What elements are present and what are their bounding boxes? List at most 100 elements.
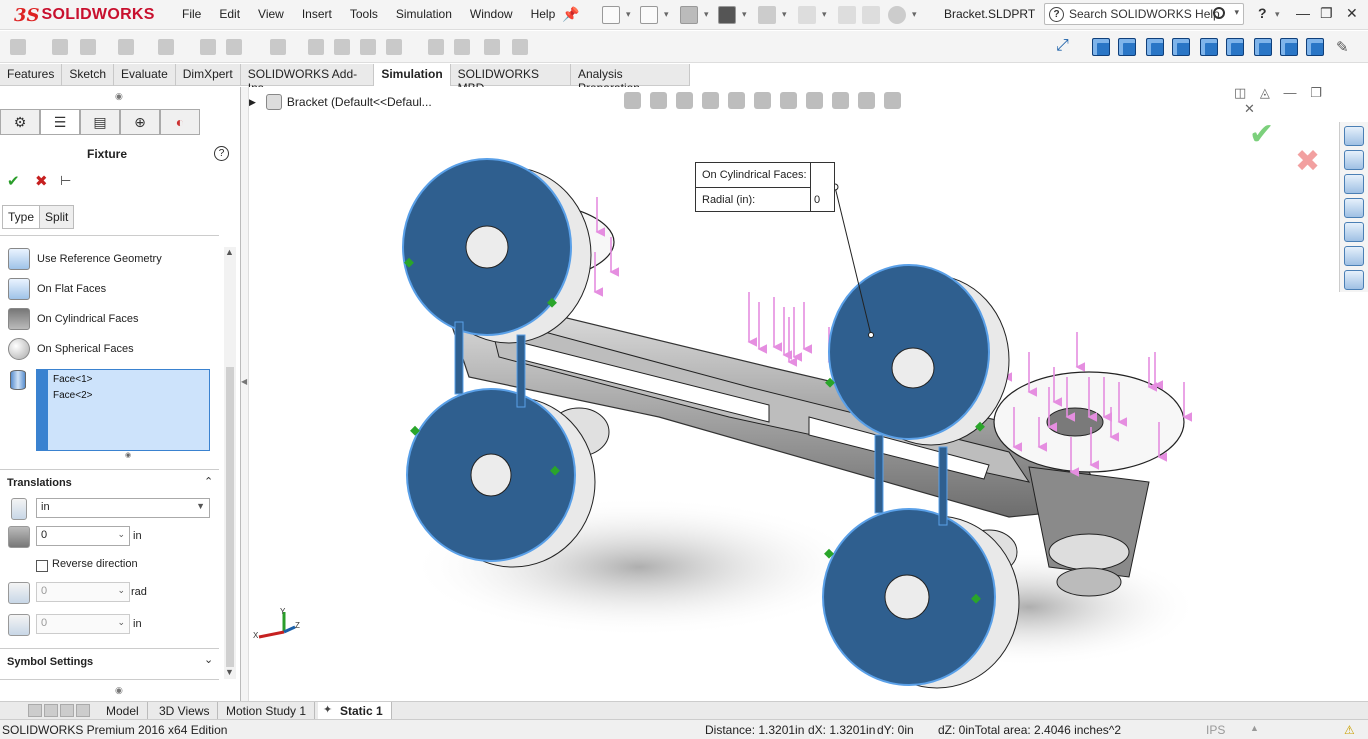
- section-view-icon[interactable]: [702, 92, 719, 109]
- tile-right-icon[interactable]: ◬: [1260, 87, 1270, 100]
- menu-tools[interactable]: Tools: [350, 7, 378, 21]
- select-dropdown-icon[interactable]: ▾: [822, 9, 827, 20]
- file-properties-icon[interactable]: [862, 6, 880, 24]
- tab-motion-study[interactable]: Motion Study 1: [218, 702, 316, 720]
- list-item[interactable]: Face<1>: [53, 374, 92, 385]
- front-view-icon[interactable]: [1092, 38, 1110, 56]
- forum-icon[interactable]: [1344, 270, 1364, 290]
- feature-tree-flyout[interactable]: ▶ Bracket (Default<<Defaul...: [249, 94, 432, 110]
- unit-system-dropdown-icon[interactable]: ▲: [1250, 723, 1259, 733]
- hide-show-items-icon[interactable]: [806, 92, 823, 109]
- simulation-tree-tab-icon[interactable]: ⚙: [0, 109, 40, 135]
- select-icon[interactable]: [798, 6, 816, 24]
- rebuild-icon[interactable]: [838, 6, 856, 24]
- print-dropdown-icon[interactable]: ▾: [742, 9, 747, 20]
- radial-value-field[interactable]: 0 ⌄: [36, 526, 130, 546]
- tab-simulation[interactable]: Simulation: [374, 64, 451, 86]
- plot-tools-icon[interactable]: [360, 39, 376, 55]
- dimxpert-manager-tab-icon[interactable]: ⊕: [120, 109, 160, 135]
- external-loads-icon[interactable]: [80, 39, 96, 55]
- isometric-view-icon[interactable]: [1254, 38, 1272, 56]
- axial-icon[interactable]: [8, 614, 30, 636]
- view-orientation-icon[interactable]: ⤢: [1056, 37, 1069, 55]
- undo-dropdown-icon[interactable]: ▾: [782, 9, 787, 20]
- fixture-disc-top-left[interactable]: [402, 158, 592, 344]
- open-icon[interactable]: [640, 6, 658, 24]
- appearances-scenes-icon[interactable]: [1344, 222, 1364, 242]
- expand-tree-icon[interactable]: ▶: [249, 97, 256, 108]
- help-dropdown-icon[interactable]: ▾: [1275, 9, 1280, 20]
- display-style-icon[interactable]: [780, 92, 797, 109]
- menu-simulation[interactable]: Simulation: [396, 7, 452, 21]
- symbol-settings-header[interactable]: Symbol Settings: [7, 656, 93, 668]
- scroll-down-arrow-icon[interactable]: ▼: [225, 667, 234, 677]
- reverse-direction-checkbox[interactable]: [36, 560, 48, 572]
- property-manager-scrollbar[interactable]: ▲ ▼: [224, 247, 236, 679]
- expand-chevron-icon[interactable]: ⌄: [204, 653, 213, 666]
- connections-icon[interactable]: [118, 39, 134, 55]
- trimetric-view-icon[interactable]: [1280, 38, 1298, 56]
- scroll-up-arrow-icon[interactable]: ▲: [225, 247, 234, 257]
- compare-results-icon[interactable]: [308, 39, 324, 55]
- option-on-flat-faces[interactable]: On Flat Faces: [8, 277, 106, 301]
- menu-help[interactable]: Help: [531, 7, 556, 21]
- dimetric-view-icon[interactable]: [1306, 38, 1324, 56]
- fixture-callout[interactable]: On Cylindrical Faces: Radial (in): 0: [695, 162, 835, 212]
- restore-window-icon[interactable]: ❐: [1320, 5, 1333, 22]
- solidworks-resources-home-icon[interactable]: [1344, 126, 1364, 146]
- view-settings-icon[interactable]: [884, 92, 901, 109]
- close-window-icon[interactable]: ✕: [1346, 5, 1358, 22]
- view-orientation-icon[interactable]: [754, 92, 771, 109]
- next-tab-icon[interactable]: [60, 704, 74, 717]
- fixture-disc-top-right[interactable]: [828, 264, 1010, 446]
- panel-grip-icon[interactable]: ◉: [115, 685, 123, 696]
- cancel-button[interactable]: ✖: [35, 172, 48, 190]
- graphics-area[interactable]: Y X Z ▶ Bracket (Default<<Defaul... ◫ ◬ …: [249, 87, 1339, 701]
- options-gear-icon[interactable]: [888, 6, 906, 24]
- axial-value-field[interactable]: 0 ⌄: [36, 614, 130, 634]
- design-library-icon[interactable]: [1344, 150, 1364, 170]
- keep-visible-pin-icon[interactable]: ⊢: [60, 173, 71, 189]
- save-dropdown-icon[interactable]: ▾: [704, 9, 709, 20]
- undo-icon[interactable]: [758, 6, 776, 24]
- list-item[interactable]: Face<2>: [53, 390, 92, 401]
- tab-features[interactable]: Features: [0, 64, 63, 86]
- collapse-chevron-icon[interactable]: ⌃: [204, 475, 213, 488]
- top-view-icon[interactable]: [1200, 38, 1218, 56]
- dynamic-annotation-icon[interactable]: [728, 92, 745, 109]
- zoom-to-area-icon[interactable]: [650, 92, 667, 109]
- confirm-ok-icon[interactable]: ✔: [1249, 117, 1274, 152]
- help-question-icon[interactable]: ?: [1258, 5, 1267, 21]
- confirm-cancel-icon[interactable]: ✖: [1295, 144, 1320, 179]
- minimize-window-icon[interactable]: —: [1296, 5, 1310, 21]
- fixtures-advisor-icon[interactable]: [52, 39, 68, 55]
- tab-sketch[interactable]: Sketch: [62, 64, 115, 86]
- collapse-panel-icon[interactable]: ◀: [241, 377, 247, 386]
- edit-appearance-icon[interactable]: [832, 92, 849, 109]
- display-manager-tab-icon[interactable]: ◐: [160, 109, 200, 135]
- search-dropdown-icon[interactable]: ▾: [1234, 7, 1239, 18]
- tab-static-study[interactable]: ✦ Static 1: [318, 702, 392, 720]
- manage-network-icon[interactable]: [454, 39, 470, 55]
- compare-test-icon[interactable]: [512, 39, 528, 55]
- tab-type[interactable]: Type: [2, 205, 41, 229]
- tab-evaluate[interactable]: Evaluate: [114, 64, 176, 86]
- simulation-evaluator-icon[interactable]: [484, 39, 500, 55]
- new-dropdown-icon[interactable]: ▾: [626, 9, 631, 20]
- shell-manager-icon[interactable]: [158, 39, 174, 55]
- tab-3d-views[interactable]: 3D Views: [151, 702, 219, 720]
- unit-system[interactable]: IPS: [1206, 723, 1225, 737]
- translations-header[interactable]: Translations: [7, 477, 72, 489]
- previous-tab-icon[interactable]: [44, 704, 58, 717]
- include-image-icon[interactable]: [428, 39, 444, 55]
- panel-grip-icon[interactable]: ◉: [115, 91, 123, 102]
- options-dropdown-icon[interactable]: ▾: [912, 9, 917, 20]
- option-on-cylindrical-faces[interactable]: On Cylindrical Faces: [8, 307, 138, 331]
- menu-window[interactable]: Window: [470, 7, 513, 21]
- search-icon[interactable]: [1213, 7, 1225, 19]
- bottom-view-icon[interactable]: [1226, 38, 1244, 56]
- list-resize-grip-icon[interactable]: ◉: [125, 451, 131, 459]
- configuration-manager-tab-icon[interactable]: ▤: [80, 109, 120, 135]
- option-on-spherical-faces[interactable]: On Spherical Faces: [8, 337, 134, 361]
- new-document-icon[interactable]: [602, 6, 620, 24]
